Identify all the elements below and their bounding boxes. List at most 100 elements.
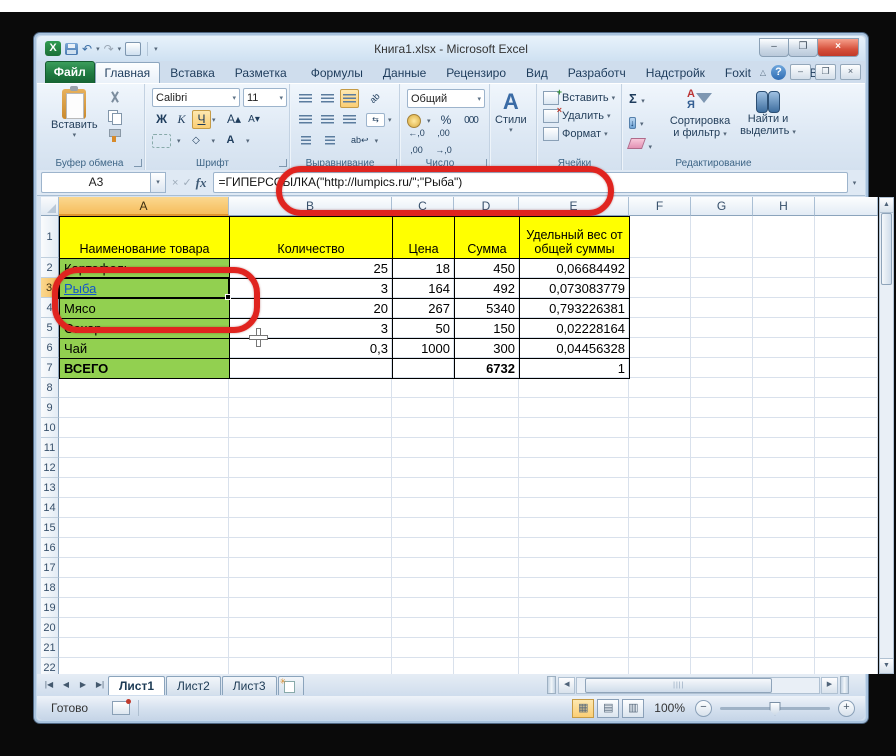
empty-cell[interactable]: [392, 478, 454, 498]
row-header-21[interactable]: 21: [41, 638, 59, 658]
clipboard-dialog-launcher-icon[interactable]: [134, 159, 142, 167]
zoom-in-icon[interactable]: +: [838, 699, 855, 717]
zoom-level[interactable]: 100%: [654, 701, 685, 715]
underline-button[interactable]: Ч: [192, 110, 211, 129]
empty-cell[interactable]: [629, 518, 691, 538]
row-header-12[interactable]: 12: [41, 458, 59, 478]
empty-cell[interactable]: [59, 398, 229, 418]
empty-cell[interactable]: [59, 638, 229, 658]
empty-cell[interactable]: [691, 538, 753, 558]
empty-cell[interactable]: [629, 278, 691, 298]
empty-cell[interactable]: [454, 398, 519, 418]
empty-cell[interactable]: [519, 398, 629, 418]
empty-cell[interactable]: [753, 358, 815, 378]
empty-cell[interactable]: [815, 216, 878, 258]
row-header-16[interactable]: 16: [41, 538, 59, 558]
clear-button[interactable]: ▾: [626, 136, 652, 154]
empty-cell[interactable]: [815, 598, 878, 618]
empty-cell[interactable]: [392, 538, 454, 558]
empty-cell[interactable]: [629, 438, 691, 458]
empty-cell[interactable]: [629, 478, 691, 498]
grow-font-button[interactable]: A▴: [225, 110, 244, 129]
hscroll-right-icon[interactable]: ▶: [821, 676, 838, 694]
empty-cell[interactable]: [629, 378, 691, 398]
cell-E5[interactable]: 0,02228164: [520, 319, 630, 339]
cell-C1[interactable]: Цена: [393, 217, 455, 259]
tab-home[interactable]: Главная: [94, 62, 161, 84]
empty-cell[interactable]: [392, 518, 454, 538]
empty-cell[interactable]: [519, 558, 629, 578]
empty-cell[interactable]: [454, 518, 519, 538]
macro-record-icon[interactable]: [112, 699, 132, 715]
row-header-19[interactable]: 19: [41, 598, 59, 618]
empty-cell[interactable]: [229, 558, 392, 578]
empty-cell[interactable]: [815, 258, 878, 278]
empty-cell[interactable]: [519, 618, 629, 638]
empty-cell[interactable]: [691, 318, 753, 338]
accounting-dropdown-icon[interactable]: ▾: [427, 117, 431, 125]
horizontal-scroll-thumb[interactable]: [585, 677, 773, 693]
empty-cell[interactable]: [815, 658, 878, 674]
insert-cells-button[interactable]: + Вставить ▾: [543, 87, 615, 107]
empty-cell[interactable]: [815, 298, 878, 318]
shrink-font-button[interactable]: A▾: [245, 110, 264, 129]
cell-D4[interactable]: 5340: [455, 299, 520, 319]
empty-cell[interactable]: [519, 538, 629, 558]
cell-D5[interactable]: 150: [455, 319, 520, 339]
align-bottom-icon[interactable]: [340, 89, 359, 108]
font-color-dropdown-icon[interactable]: ▾: [246, 137, 250, 145]
sheet-tab-list2[interactable]: Лист2: [166, 675, 221, 695]
empty-cell[interactable]: [229, 638, 392, 658]
empty-cell[interactable]: [629, 258, 691, 278]
empty-cell[interactable]: [815, 358, 878, 378]
empty-cell[interactable]: [629, 458, 691, 478]
decrease-indent-icon[interactable]: [296, 131, 315, 150]
decrease-decimal-icon[interactable]: ,00 →,0: [434, 128, 453, 155]
close-button[interactable]: ×: [817, 38, 859, 57]
empty-cell[interactable]: [454, 378, 519, 398]
empty-cell[interactable]: [59, 658, 229, 674]
empty-cell[interactable]: [229, 498, 392, 518]
empty-cell[interactable]: [815, 578, 878, 598]
horizontal-scrollbar[interactable]: [576, 676, 820, 694]
page-layout-view-icon[interactable]: ▤: [597, 698, 620, 718]
cell-A1[interactable]: Наименование товара: [60, 217, 230, 259]
empty-cell[interactable]: [59, 598, 229, 618]
empty-cell[interactable]: [229, 518, 392, 538]
empty-cell[interactable]: [691, 378, 753, 398]
empty-cell[interactable]: [519, 478, 629, 498]
empty-cell[interactable]: [691, 658, 753, 674]
empty-cell[interactable]: [59, 378, 229, 398]
empty-cell[interactable]: [392, 598, 454, 618]
redo-icon[interactable]: ↷: [104, 42, 114, 56]
empty-cell[interactable]: [753, 458, 815, 478]
empty-cell[interactable]: [392, 498, 454, 518]
empty-cell[interactable]: [454, 498, 519, 518]
number-format-combo[interactable]: Общий ▾: [407, 89, 485, 108]
align-right-icon[interactable]: [340, 110, 359, 129]
empty-cell[interactable]: [753, 638, 815, 658]
hscroll-resize-splitter[interactable]: [840, 676, 849, 694]
cell-C5[interactable]: 50: [393, 319, 455, 339]
empty-cell[interactable]: [753, 478, 815, 498]
sort-filter-button[interactable]: АЯ Сортировка и фильтр ▾: [667, 89, 733, 140]
cell-B1[interactable]: Количество: [230, 217, 393, 259]
zoom-slider-thumb[interactable]: [769, 701, 781, 716]
scroll-down-icon[interactable]: ▼: [880, 658, 893, 673]
format-painter-icon[interactable]: [107, 128, 123, 142]
empty-cell[interactable]: [454, 658, 519, 674]
column-header-A[interactable]: A: [59, 197, 229, 216]
font-color-icon[interactable]: А: [221, 131, 240, 150]
empty-cell[interactable]: [519, 518, 629, 538]
cell-E7[interactable]: 1: [520, 359, 630, 379]
empty-cell[interactable]: [59, 478, 229, 498]
empty-cell[interactable]: [629, 498, 691, 518]
empty-cell[interactable]: [392, 418, 454, 438]
empty-cell[interactable]: [815, 418, 878, 438]
empty-cell[interactable]: [59, 418, 229, 438]
empty-cell[interactable]: [392, 438, 454, 458]
last-sheet-icon[interactable]: ▶|: [92, 677, 108, 693]
empty-cell[interactable]: [753, 258, 815, 278]
empty-cell[interactable]: [519, 378, 629, 398]
zoom-slider[interactable]: [720, 701, 830, 716]
